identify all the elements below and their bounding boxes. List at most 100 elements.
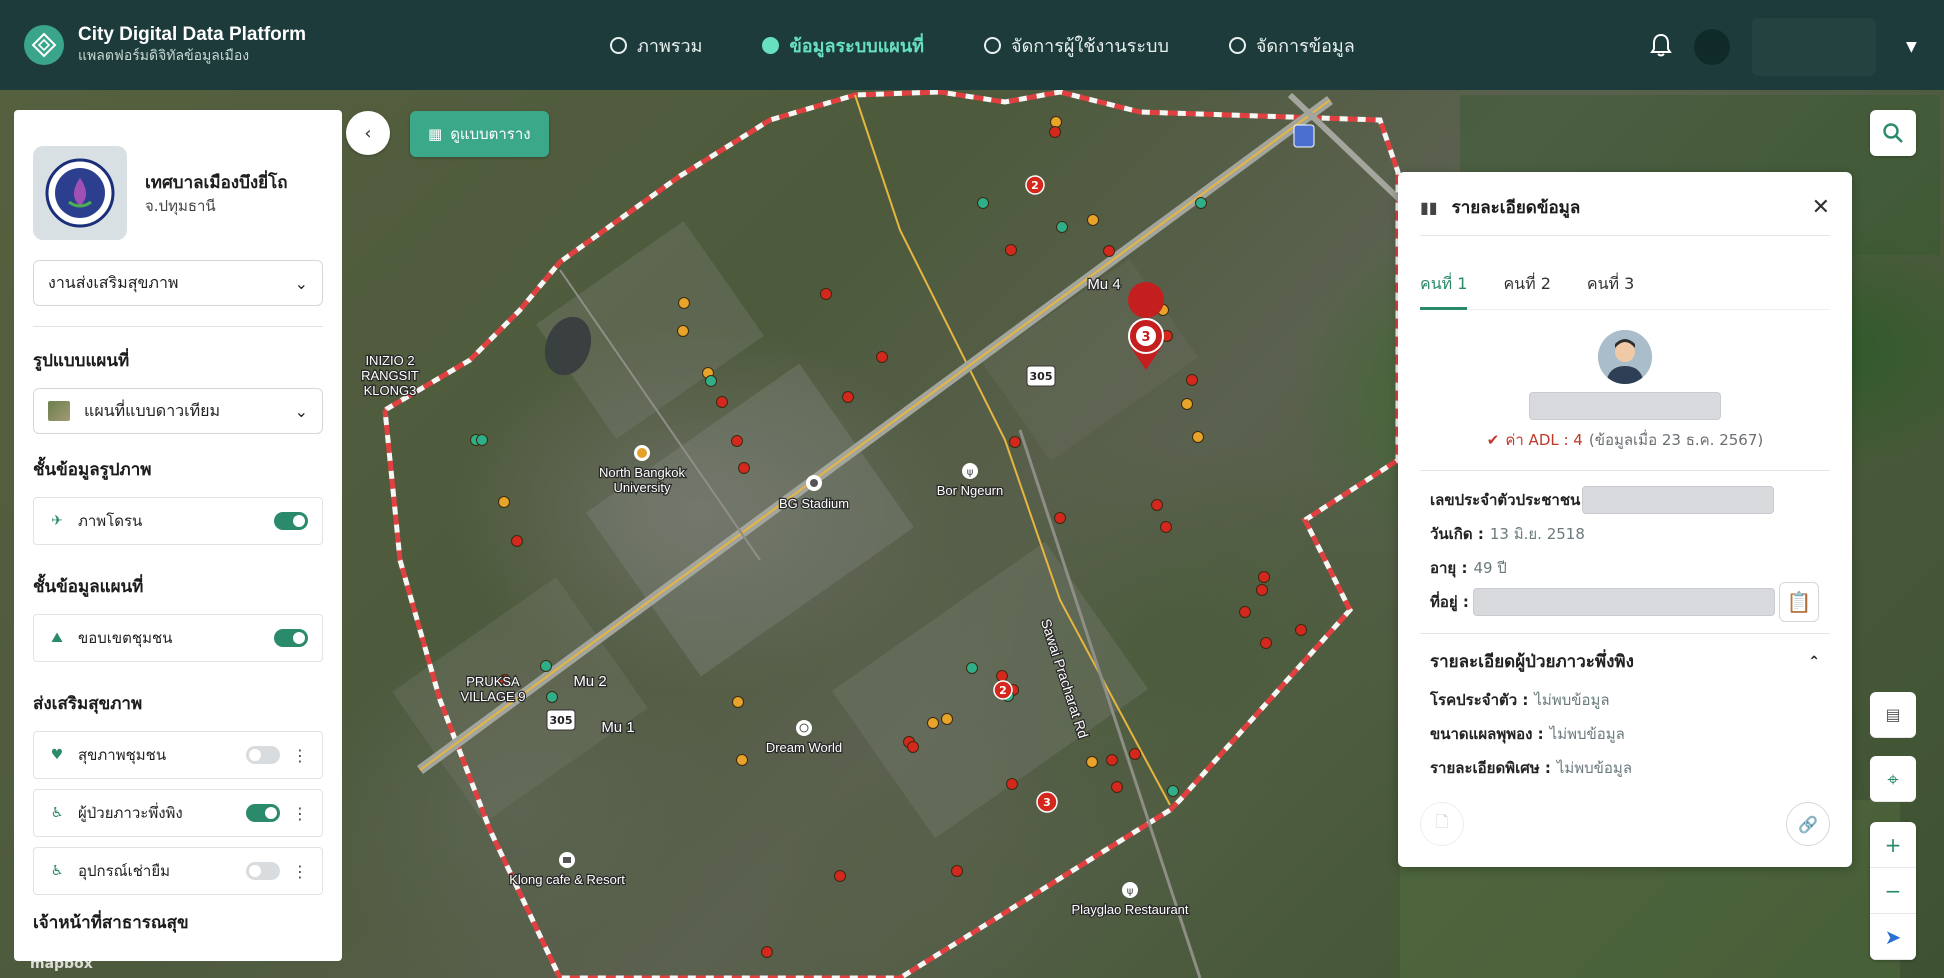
table-view-label: ดูแบบตาราง: [450, 125, 531, 143]
chevron-down-icon[interactable]: ▼: [1906, 39, 1917, 55]
map-point-marker[interactable]: [677, 325, 689, 337]
map-point-marker[interactable]: [1186, 374, 1198, 386]
clipboard-button[interactable]: 📋: [1778, 582, 1819, 622]
map-point-marker[interactable]: [1167, 785, 1179, 797]
cluster-marker[interactable]: 2: [1025, 175, 1045, 195]
locate-button[interactable]: ⌖: [1870, 756, 1916, 802]
cluster-marker[interactable]: 2: [993, 680, 1013, 700]
map-point-marker[interactable]: [907, 741, 919, 753]
map-point-marker[interactable]: [1050, 116, 1062, 128]
collapse-sidebar-button[interactable]: ‹: [346, 111, 390, 155]
map-point-marker[interactable]: [1006, 778, 1018, 790]
nav-map-data[interactable]: ข้อมูลระบบแผนที่: [762, 28, 984, 62]
zoom-out-button[interactable]: −: [1870, 868, 1916, 914]
map-style-select[interactable]: แผนที่แบบดาวเทียม ⌄: [33, 388, 323, 434]
chevron-up-icon: ⌃: [1808, 653, 1820, 670]
map-point-marker[interactable]: [736, 754, 748, 766]
map-point-marker[interactable]: [996, 670, 1008, 682]
map-point-marker[interactable]: [834, 870, 846, 882]
map-point-marker[interactable]: [876, 351, 888, 363]
map-point-marker[interactable]: [1239, 606, 1251, 618]
table-view-button[interactable]: ▦ ดูแบบตาราง: [410, 111, 549, 157]
patient-section-header[interactable]: รายละเอียดผู้ป่วยภาวะพึ่งพิง ⌃: [1430, 648, 1820, 675]
map-point-marker[interactable]: [1260, 637, 1272, 649]
map-point-marker[interactable]: [1054, 512, 1066, 524]
map-point-marker[interactable]: [498, 496, 510, 508]
map-point-marker[interactable]: [705, 375, 717, 387]
map-point-marker[interactable]: [927, 717, 939, 729]
layer-row-boundary: ⛰ ขอบเขตชุมชน: [33, 614, 323, 662]
map-point-marker[interactable]: [1192, 431, 1204, 443]
map-point-marker[interactable]: [842, 391, 854, 403]
map-point-marker[interactable]: [1111, 781, 1123, 793]
map-point-marker[interactable]: [476, 434, 488, 446]
map-point-marker[interactable]: [738, 462, 750, 474]
map-point-marker[interactable]: [716, 396, 728, 408]
more-options-icon[interactable]: ⋮: [292, 862, 308, 881]
map-point-marker[interactable]: [966, 662, 978, 674]
drone-toggle[interactable]: [274, 512, 308, 530]
map-point-marker[interactable]: [1056, 221, 1068, 233]
map-point-marker[interactable]: [820, 288, 832, 300]
more-options-icon[interactable]: ⋮: [292, 804, 308, 823]
tab-person-1[interactable]: คนที่ 1: [1420, 272, 1468, 310]
zoom-in-button[interactable]: +: [1870, 822, 1916, 868]
map-point-marker[interactable]: [1295, 624, 1307, 636]
community-health-toggle[interactable]: [246, 746, 280, 764]
nav-data-management[interactable]: จัดการข้อมูล: [1228, 28, 1415, 62]
more-options-icon[interactable]: ⋮: [292, 746, 308, 765]
map-point-marker[interactable]: [1151, 499, 1163, 511]
map-point-marker[interactable]: [546, 691, 558, 703]
map-point-marker[interactable]: [1103, 245, 1115, 257]
cluster-marker[interactable]: 3: [1036, 791, 1058, 813]
map-point-marker[interactable]: [1195, 197, 1207, 209]
map-point-marker[interactable]: [1258, 571, 1270, 583]
map-point-marker[interactable]: [1160, 521, 1172, 533]
map-point-marker[interactable]: [678, 297, 690, 309]
map-point-marker[interactable]: [1005, 244, 1017, 256]
map-point-marker[interactable]: [731, 435, 743, 447]
map-point-marker[interactable]: [1181, 398, 1193, 410]
map-point-marker[interactable]: [951, 865, 963, 877]
brand[interactable]: City Digital Data Platform แพลตฟอร์มดิจิ…: [24, 24, 306, 66]
field-label: ที่อยู่ :: [1430, 593, 1469, 611]
nav-user-management[interactable]: จัดการผู้ใช้งานระบบ: [984, 28, 1229, 62]
tab-person-3[interactable]: คนที่ 3: [1587, 272, 1634, 309]
document-button[interactable]: 🗋: [1420, 802, 1464, 846]
close-icon[interactable]: ✕: [1812, 195, 1830, 220]
user-avatar[interactable]: [1694, 29, 1730, 65]
link-button[interactable]: 🔗: [1786, 802, 1830, 846]
field-value: 13 มิ.ย. 2518: [1489, 525, 1585, 543]
map-point-marker[interactable]: [1009, 436, 1021, 448]
layer-row-equipment: ♿ อุปกรณ์เช่ายืม ⋮: [33, 847, 323, 895]
map-point-marker[interactable]: [1106, 754, 1118, 766]
map-label-bor-ngeurn: Bor Ngeurn: [937, 483, 1003, 498]
user-info-box[interactable]: [1752, 18, 1876, 76]
tab-person-2[interactable]: คนที่ 2: [1503, 272, 1550, 309]
cafe-poi-icon: [559, 852, 575, 868]
map-point-marker[interactable]: [1087, 214, 1099, 226]
nav-overview[interactable]: ภาพรวม: [610, 28, 762, 62]
map-label-mu2: Mu 2: [573, 673, 606, 690]
staff-title: เจ้าหน้าที่สาธารณสุข: [33, 913, 189, 933]
map-point-marker[interactable]: [1049, 126, 1061, 138]
equipment-toggle[interactable]: [246, 862, 280, 880]
layer-row-drone: ✈ ภาพโดรน: [33, 497, 323, 545]
category-select[interactable]: งานส่งเสริมสุขภาพ ⌄: [33, 260, 323, 306]
map-point-marker[interactable]: [540, 660, 552, 672]
map-search-button[interactable]: [1870, 110, 1916, 156]
bell-icon[interactable]: [1650, 33, 1672, 61]
legend-button[interactable]: ▤: [1870, 692, 1916, 738]
boundary-toggle[interactable]: [274, 629, 308, 647]
detail-header: ▮▮ รายละเอียดข้อมูล ✕: [1420, 180, 1830, 236]
map-point-marker[interactable]: [1086, 756, 1098, 768]
compass-button[interactable]: ➤: [1870, 914, 1916, 960]
map-point-marker[interactable]: [761, 946, 773, 958]
map-point-marker[interactable]: [1256, 584, 1268, 596]
map-point-marker[interactable]: [732, 696, 744, 708]
map-point-marker[interactable]: [977, 197, 989, 209]
map-point-marker[interactable]: [941, 713, 953, 725]
dependent-patients-toggle[interactable]: [246, 804, 280, 822]
map-point-marker[interactable]: [1129, 748, 1141, 760]
map-point-marker[interactable]: [511, 535, 523, 547]
